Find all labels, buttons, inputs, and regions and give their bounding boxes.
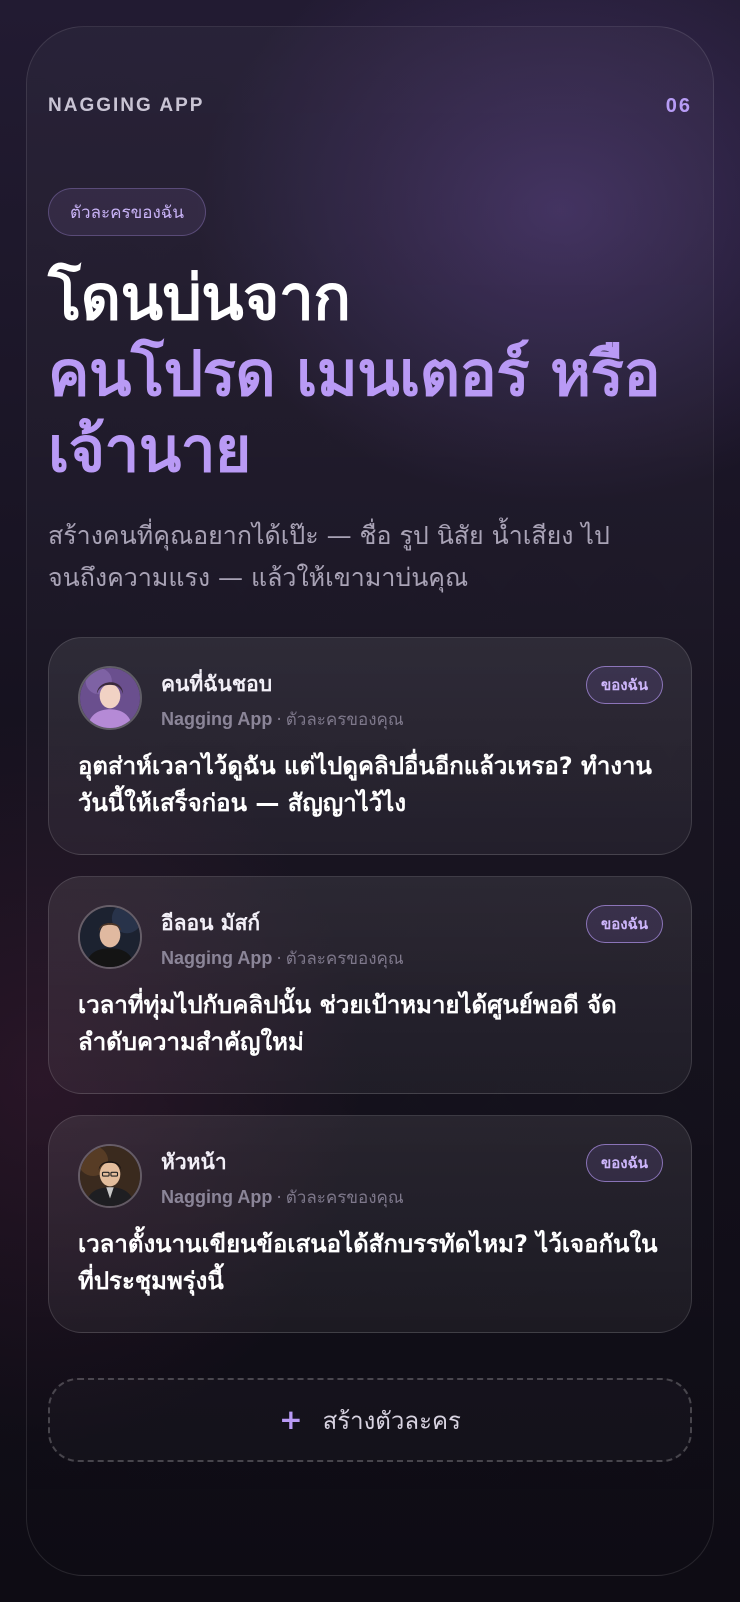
create-character-button[interactable]: + สร้างตัวละคร (48, 1378, 692, 1462)
nag-message: อุตส่าห์เวลาไว้ดูฉัน แต่ไปดูคลิปอื่นอีกแ… (78, 752, 652, 817)
character-name: อีลอน มัสก์ (161, 911, 261, 935)
brand-label: Nagging App (161, 709, 273, 729)
headline: โดนบ่นจาก คนโปรด เมนเตอร์ หรือ เจ้านาย (48, 260, 708, 488)
avatar-portrait-icon (80, 907, 140, 967)
app-name: NAGGING APP (48, 95, 205, 116)
mine-badge: ของฉัน (585, 905, 663, 943)
character-meta: Nagging App · ตัวละครของคุณ (161, 1184, 404, 1211)
character-meta: Nagging App · ตัวละครของคุณ (161, 945, 404, 972)
character-card[interactable]: คนที่ฉันชอบ Nagging App · ตัวละครของคุณ ขอ… (48, 637, 692, 855)
subtitle: สร้างคนที่คุณอยากได้เป๊ะ — ชื่อ รูป นิสั… (48, 521, 610, 592)
avatar (78, 1144, 142, 1208)
character-card[interactable]: หัวหน้า Nagging App · ตัวละครของคุณ ของฉัน… (48, 1115, 692, 1333)
page-number: 06 (665, 94, 692, 117)
mine-badge: ของฉัน (585, 1144, 663, 1182)
character-meta: Nagging App · ตัวละครของคุณ (161, 706, 404, 733)
avatar (78, 666, 142, 730)
headline-line-1: โดนบ่นจาก (48, 261, 351, 334)
headline-line-2: คนโปรด เมนเตอร์ หรือ เจ้านาย (48, 337, 661, 486)
character-name: หัวหน้า (161, 1150, 227, 1174)
plus-icon: + (279, 1403, 303, 1436)
brand-label: Nagging App (161, 948, 273, 968)
character-name: คนที่ฉันชอบ (161, 672, 273, 696)
top-bar: NAGGING APP 06 (48, 92, 692, 120)
separator-dot: · (276, 710, 282, 730)
avatar-portrait-icon (80, 668, 140, 728)
nag-message: เวลาที่ทุ่มไปกับคลิปนั้น ช่วยเป้าหมายได้… (78, 991, 617, 1056)
character-type: ตัวละครของคุณ (285, 710, 404, 730)
character-type: ตัวละครของคุณ (285, 1188, 404, 1208)
character-type: ตัวละครของคุณ (285, 949, 404, 969)
brand-label: Nagging App (161, 1187, 273, 1207)
character-card[interactable]: อีลอน มัสก์ Nagging App · ตัวละครของคุณ ขอ… (48, 876, 692, 1094)
avatar (78, 905, 142, 969)
separator-dot: · (276, 1188, 282, 1208)
separator-dot: · (276, 949, 282, 969)
mine-badge: ของฉัน (585, 666, 663, 704)
screen: NAGGING APP 06 ตัวละครของฉัน โดนบ่นจาก ค… (0, 0, 740, 1602)
nag-message: เวลาตั้งนานเขียนข้อเสนอได้สักบรรทัดไหม? … (78, 1230, 658, 1295)
my-characters-tag: ตัวละครของฉัน (48, 188, 206, 236)
create-character-label: สร้างตัวละคร (322, 1406, 461, 1435)
avatar-portrait-icon (80, 1146, 140, 1206)
